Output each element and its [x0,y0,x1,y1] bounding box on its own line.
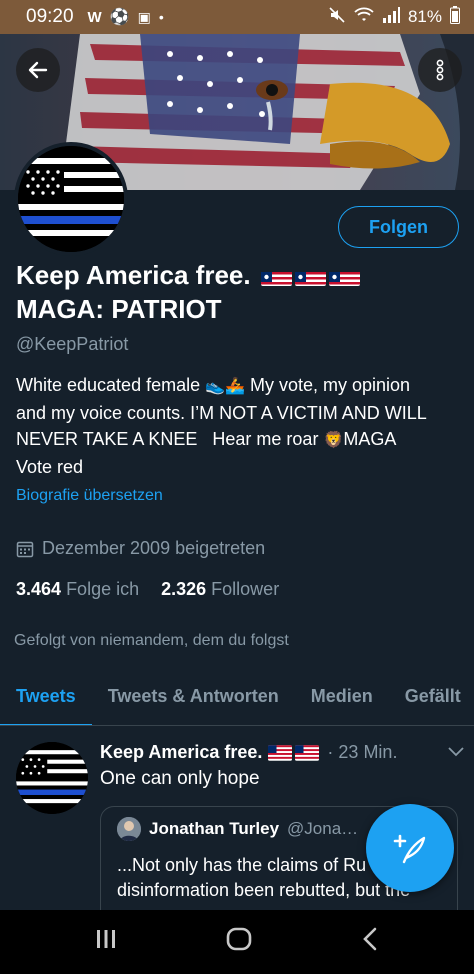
profile-name-line2: MAGA: PATRIOT [16,294,222,324]
quoted-text-line: ...Not only has the claims of Ru [117,855,367,875]
lion-emoji-icon: 🦁 [323,432,344,449]
back-button[interactable] [16,48,60,92]
tab-media[interactable]: Medien [295,666,389,725]
followers-link[interactable]: 2.326 Follower [161,579,279,600]
joined-text: Dezember 2009 beigetreten [42,538,266,558]
tab-likes[interactable]: Gefällt [389,666,474,725]
tweet-time: · 23 Min. [327,742,398,762]
bio-text: and my voice counts. I’M NOT A VICTIM AN… [16,403,427,423]
quoted-author-avatar [117,817,141,841]
bio-text: Vote red [16,457,84,477]
following-count: 3.464 [16,579,62,599]
more-options-button[interactable] [418,48,462,92]
liberia-flag-icon [295,744,320,761]
liberia-flag-icon [268,744,293,761]
feather-plus-icon [393,834,426,864]
soccer-icon: ⚽ [109,9,130,26]
liberia-flag-icon [260,266,292,286]
following-label: Folge ich [66,579,140,599]
translate-bio-link[interactable]: Biografie übersetzen [16,487,163,505]
status-left-icons: W ⚽ ▣ • [88,7,164,27]
profile-name: Keep America free. MAGA: PATRIOT [16,258,456,326]
thin-blue-line-flag-image [18,146,124,252]
thin-blue-line-flag-image [16,742,88,814]
bio-text: NEVER TAKE A KNEE Hear me roar [16,429,319,449]
followers-label: Follower [211,579,280,599]
more-vertical-icon [436,59,444,81]
home-button[interactable] [226,926,252,959]
back-nav-button[interactable] [360,926,380,959]
game-icon: ▣ [137,8,151,25]
tweet-avatar[interactable] [16,742,88,814]
rowing-emoji-icon: 🚣 [225,378,245,395]
profile-bio: White educated female 👟🚣 My vote, my opi… [16,372,466,480]
sneaker-emoji-icon: 👟 [205,378,226,395]
bio-text: MAGA [343,429,397,449]
liberia-flag-icon [328,266,360,286]
calendar-icon [16,541,34,557]
quoted-author-name: Jonathan Turley [149,819,280,838]
tab-tweets-and-replies[interactable]: Tweets & Antworten [92,666,295,725]
bio-text: My vote, my opinion [249,375,411,395]
profile-name-line1: Keep America free. [16,260,251,290]
battery-icon [450,5,460,29]
quoted-text-line: disinformation been rebutted, but the [117,880,411,900]
profile-avatar[interactable] [14,142,128,256]
status-time: 09:20 [26,6,74,27]
arrow-left-icon [28,61,48,79]
follow-button[interactable]: Folgen [338,206,459,248]
following-link[interactable]: 3.464 Folge ich [16,579,139,600]
system-navigation-bar [0,910,474,974]
profile-tabs: Tweets Tweets & Antworten Medien Gefällt [0,666,474,726]
joined-date: Dezember 2009 beigetreten [16,538,265,559]
tweet-author-name: Keep America free. [100,742,263,762]
quoted-author-handle: @Jona… [287,819,359,838]
w-app-icon: W [87,8,102,26]
home-icon [226,927,252,950]
profile-handle: @KeepPatriot [16,334,129,354]
chevron-left-icon [363,927,377,950]
followers-count: 2.326 [161,579,207,599]
bio-text: White educated female [16,375,201,395]
tweet-text: One can only hope [100,768,260,789]
mute-icon [328,6,346,29]
recent-apps-button[interactable] [94,927,118,958]
recent-apps-icon [97,929,115,948]
tweet-header: Keep America free. · 23 Min. [100,742,464,763]
status-bar: 09:20 W ⚽ ▣ • 81% [0,0,474,34]
follow-stats: 3.464 Folge ich 2.326 Follower [16,579,279,600]
status-right-icons: 81% [328,5,460,29]
signal-icon [382,6,400,28]
battery-level: 81% [407,7,442,26]
liberia-flag-icon [294,266,326,286]
quoted-tweet-header: Jonathan Turley @Jona… [117,817,358,841]
followed-by-text: Gefolgt von niemandem, dem du folgst [14,632,289,649]
compose-tweet-button[interactable] [366,804,454,892]
tab-tweets[interactable]: Tweets [0,666,92,725]
chevron-down-icon[interactable] [448,744,464,762]
dot-icon: • [158,9,164,25]
profile-screen: 09:20 W ⚽ ▣ • 81% Folgen Keep America fr… [0,0,474,974]
wifi-icon [354,7,374,28]
